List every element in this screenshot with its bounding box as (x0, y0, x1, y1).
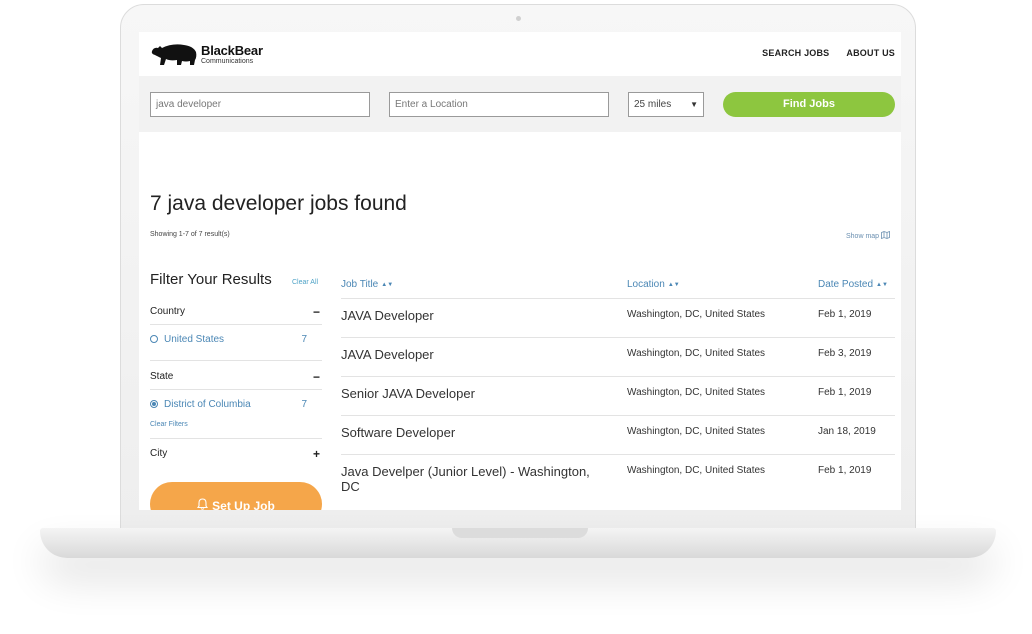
site-header: BlackBear Communications SEARCH JOBS ABO… (139, 32, 901, 76)
clear-all-link[interactable]: Clear All (292, 279, 318, 286)
bear-icon (150, 42, 198, 66)
camera-dot (516, 16, 521, 21)
clear-filters-link[interactable]: Clear Filters (150, 421, 188, 428)
sort-icon[interactable]: ▲▼ (668, 282, 680, 288)
job-title-link[interactable]: Senior JAVA Developer (341, 386, 611, 401)
laptop-notch (452, 528, 588, 538)
collapse-icon[interactable]: − (313, 305, 320, 319)
nav-about-us[interactable]: ABOUT US (846, 48, 895, 58)
filter-group-label: Country (150, 306, 186, 317)
filter-option-count: 7 (301, 399, 307, 410)
filter-group-city[interactable]: City + (150, 447, 322, 461)
show-map-link[interactable]: Show map (846, 230, 890, 241)
radius-select[interactable]: 25 miles ▼ (628, 92, 704, 117)
set-up-job-alert-button[interactable]: Set Up Job (150, 482, 322, 510)
filter-option-label: United States (164, 334, 225, 345)
table-row[interactable]: Java Develper (Junior Level) - Washingto… (341, 454, 895, 510)
expand-icon[interactable]: + (313, 447, 320, 461)
divider (150, 324, 322, 325)
column-header-job-title[interactable]: Job Title ▲▼ (341, 279, 393, 290)
job-location: Washington, DC, United States (627, 348, 766, 359)
filter-option-united-states[interactable]: United States 7 (150, 334, 322, 345)
sort-icon[interactable]: ▲▼ (876, 282, 888, 288)
map-icon (881, 230, 890, 241)
job-date: Feb 1, 2019 (818, 309, 872, 320)
filter-option-label: District of Columbia (164, 399, 251, 410)
job-location: Washington, DC, United States (627, 309, 766, 320)
keyword-input[interactable]: java developer (150, 92, 370, 117)
brand-subtitle: Communications (201, 57, 254, 65)
job-date: Feb 1, 2019 (818, 465, 872, 476)
table-row[interactable]: JAVA Developer Washington, DC, United St… (341, 298, 895, 337)
job-location: Washington, DC, United States (627, 465, 766, 476)
show-map-label: Show map (846, 232, 880, 240)
brand-logo[interactable]: BlackBear Communications (150, 42, 263, 66)
filter-title: Filter Your Results (150, 271, 272, 288)
main-nav: SEARCH JOBS ABOUT US (762, 48, 895, 58)
column-header-location[interactable]: Location ▲▼ (627, 279, 680, 290)
job-title-link[interactable]: JAVA Developer (341, 308, 611, 323)
browser-screen: BlackBear Communications SEARCH JOBS ABO… (139, 32, 901, 510)
bell-icon (197, 482, 209, 510)
table-row[interactable]: Software Developer Washington, DC, Unite… (341, 415, 895, 454)
job-date: Feb 1, 2019 (818, 387, 872, 398)
results-title: 7 java developer jobs found (150, 192, 407, 215)
filter-group-state[interactable]: State − (150, 370, 322, 384)
location-input[interactable]: Enter a Location (389, 92, 609, 117)
collapse-icon[interactable]: − (313, 370, 320, 384)
column-header-label: Date Posted (818, 279, 874, 290)
search-bar: java developer Enter a Location 25 miles… (139, 76, 901, 132)
laptop-base (40, 528, 996, 558)
set-up-job-label: Set Up Job (212, 499, 275, 510)
caret-down-icon: ▼ (690, 100, 698, 109)
brand-name: BlackBear (201, 42, 263, 58)
filter-group-country[interactable]: Country − (150, 305, 322, 319)
radio-selected-icon[interactable] (150, 400, 158, 408)
table-row[interactable]: Senior JAVA Developer Washington, DC, Un… (341, 376, 895, 415)
job-location: Washington, DC, United States (627, 387, 766, 398)
job-results-table: JAVA Developer Washington, DC, United St… (341, 298, 895, 510)
job-date: Feb 3, 2019 (818, 348, 872, 359)
column-header-label: Job Title (341, 279, 379, 290)
job-title-link[interactable]: Software Developer (341, 425, 611, 440)
column-header-date-posted[interactable]: Date Posted ▲▼ (818, 279, 888, 290)
column-header-label: Location (627, 279, 665, 290)
radio-icon[interactable] (150, 335, 158, 343)
table-row[interactable]: JAVA Developer Washington, DC, United St… (341, 337, 895, 376)
job-title-link[interactable]: JAVA Developer (341, 347, 611, 362)
results-count: Showing 1-7 of 7 result(s) (150, 231, 230, 238)
divider (150, 389, 322, 390)
filter-group-label: City (150, 448, 168, 459)
nav-search-jobs[interactable]: SEARCH JOBS (762, 48, 829, 58)
filter-group-label: State (150, 371, 174, 382)
divider (150, 438, 322, 439)
filter-option-count: 7 (301, 334, 307, 345)
divider (150, 360, 322, 361)
job-location: Washington, DC, United States (627, 426, 766, 437)
job-title-link[interactable]: Java Develper (Junior Level) - Washingto… (341, 464, 611, 494)
job-date: Jan 18, 2019 (818, 426, 876, 437)
find-jobs-button[interactable]: Find Jobs (723, 92, 895, 117)
sort-icon[interactable]: ▲▼ (381, 282, 393, 288)
filter-option-district-of-columbia[interactable]: District of Columbia 7 (150, 399, 322, 410)
radius-value: 25 miles (634, 99, 672, 110)
